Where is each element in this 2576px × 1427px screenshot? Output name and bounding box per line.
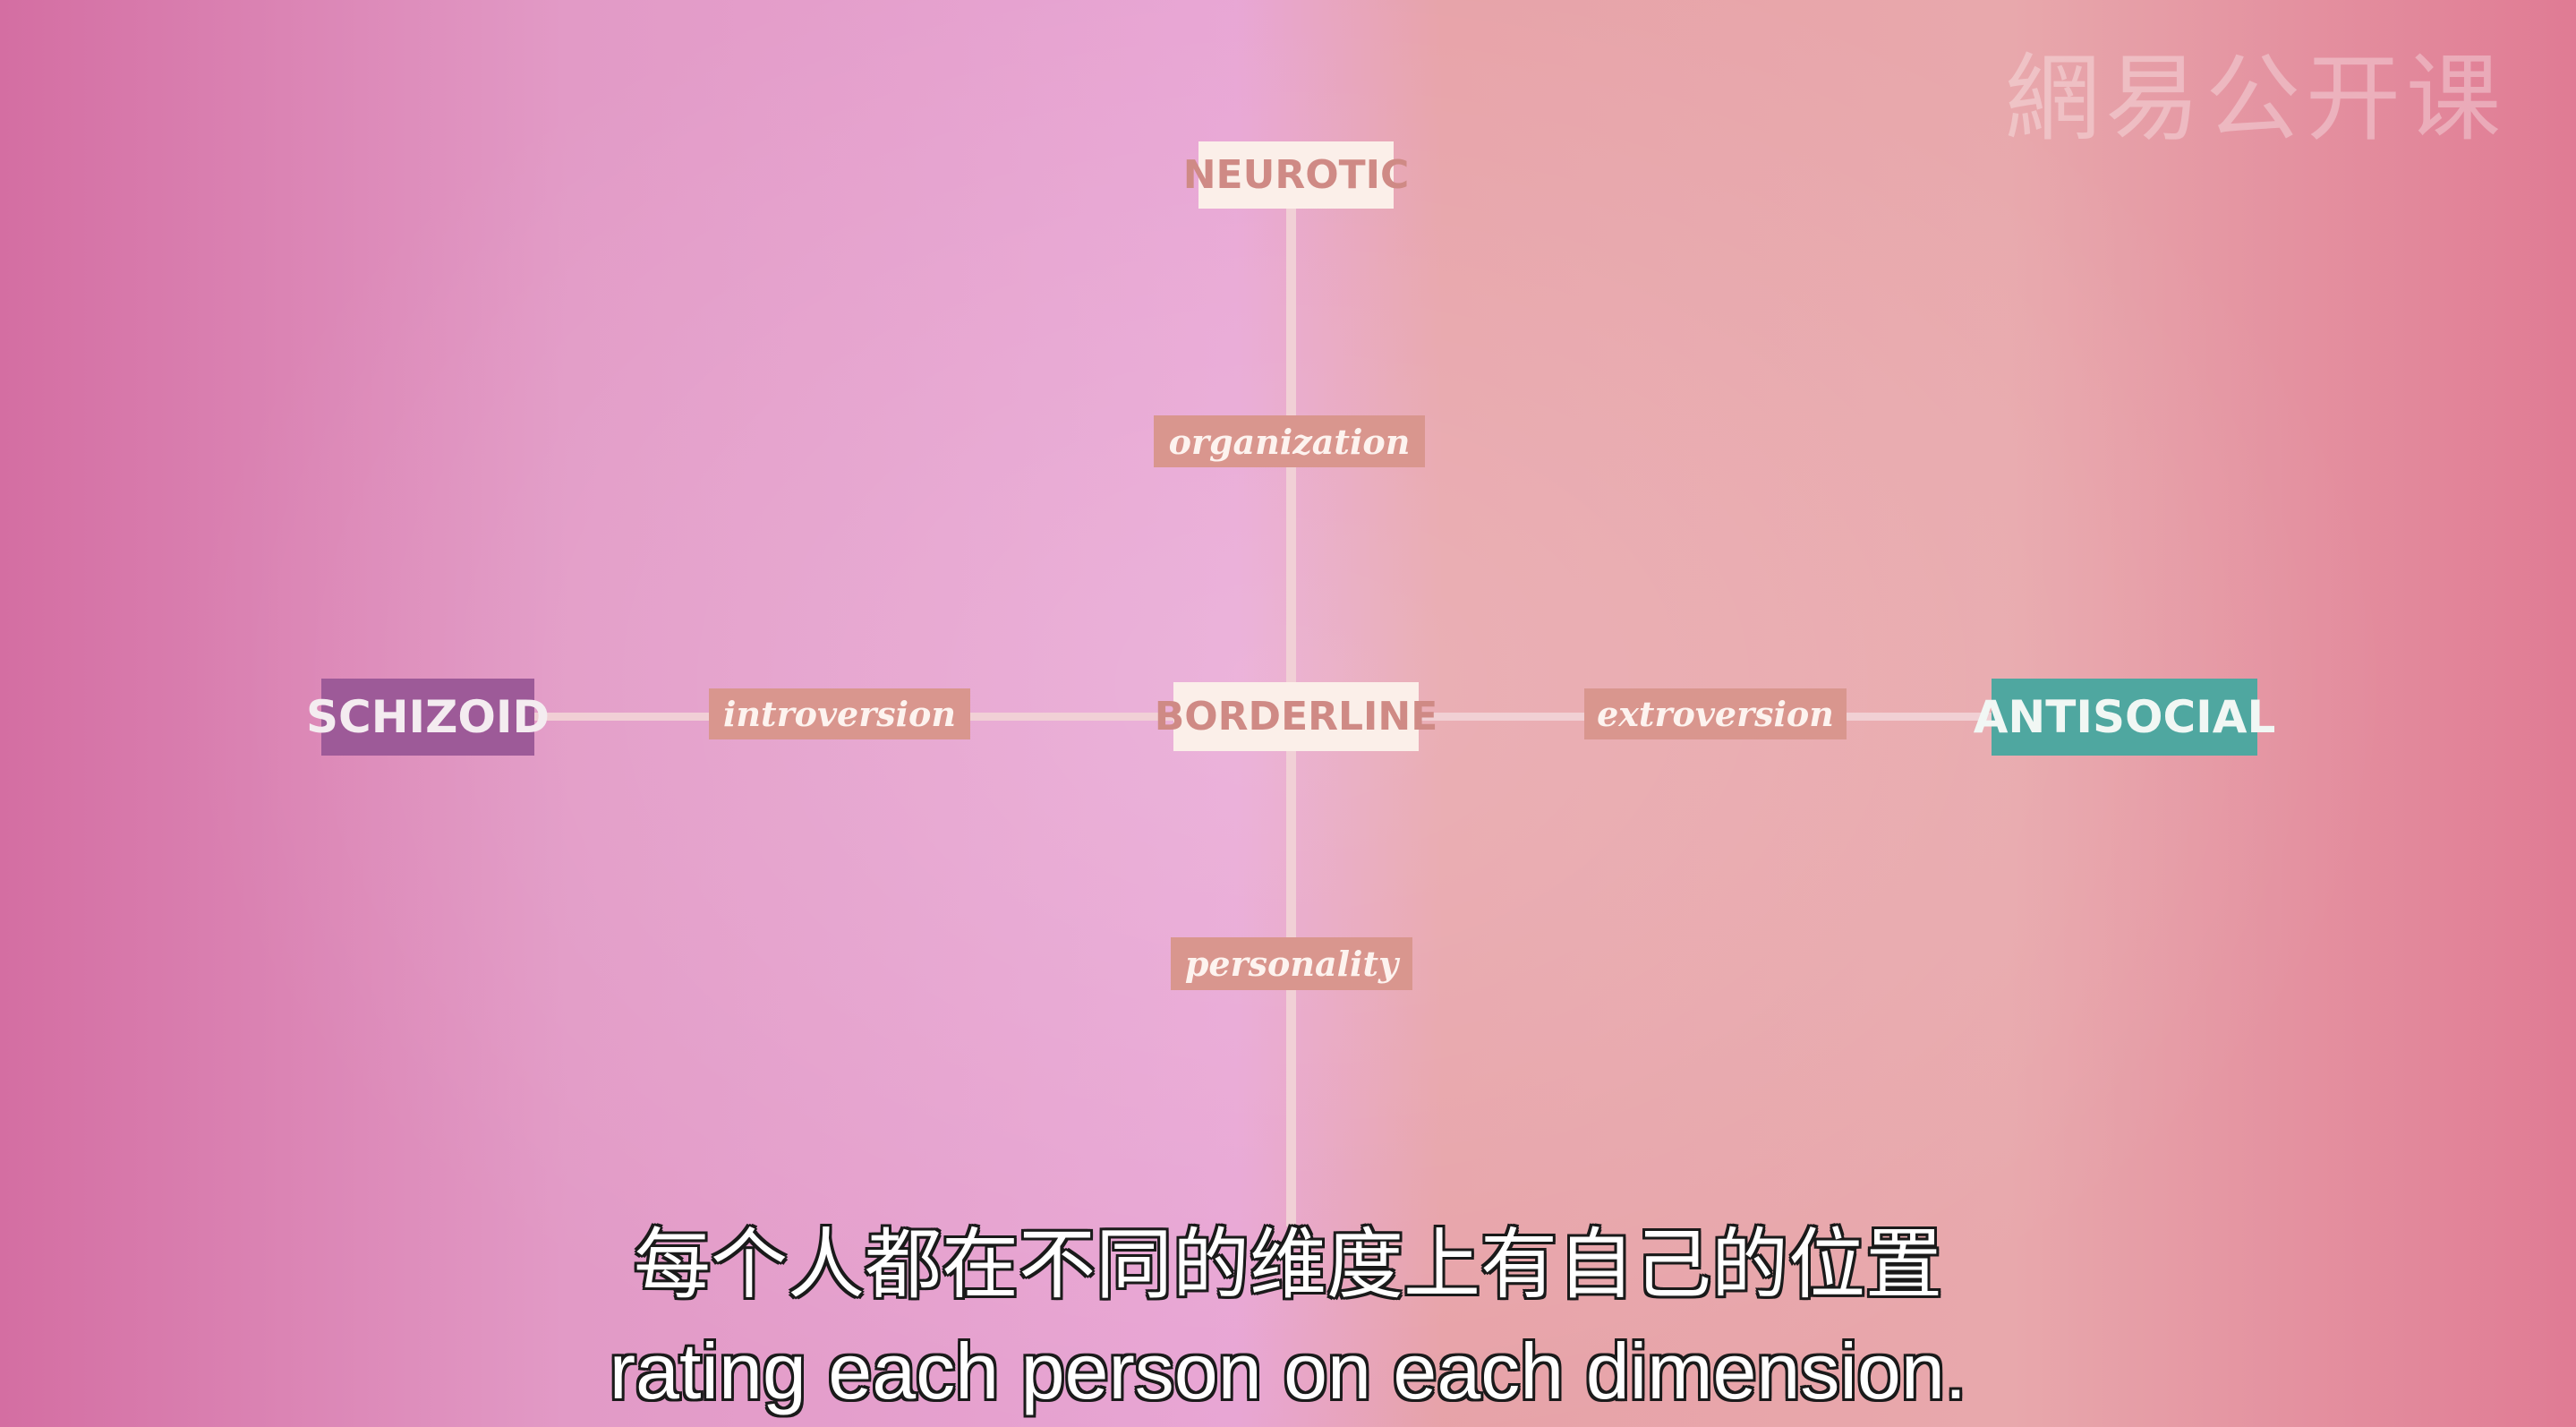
node-schizoid: SCHIZOID [306, 679, 550, 756]
video-frame: 網易公开课 NEUROTIC organization SCHIZOID int… [0, 0, 2576, 1427]
dimension-organization: organization [1154, 415, 1425, 467]
node-borderline: BORDERLINE [1155, 682, 1437, 751]
watermark-logo: 網易公开课 [2005, 44, 2506, 154]
dimension-personality: personality [1171, 937, 1412, 990]
subtitle-english: rating each person on each dimension. [609, 1327, 1967, 1415]
node-neurotic: NEUROTIC [1183, 141, 1409, 209]
dimension-introversion: introversion [709, 688, 970, 739]
node-antisocial: ANTISOCIAL [1974, 679, 2275, 756]
dimension-extroversion: extroversion [1584, 688, 1847, 739]
subtitle-chinese: 每个人都在不同的维度上有自己的位置 [634, 1220, 1942, 1310]
